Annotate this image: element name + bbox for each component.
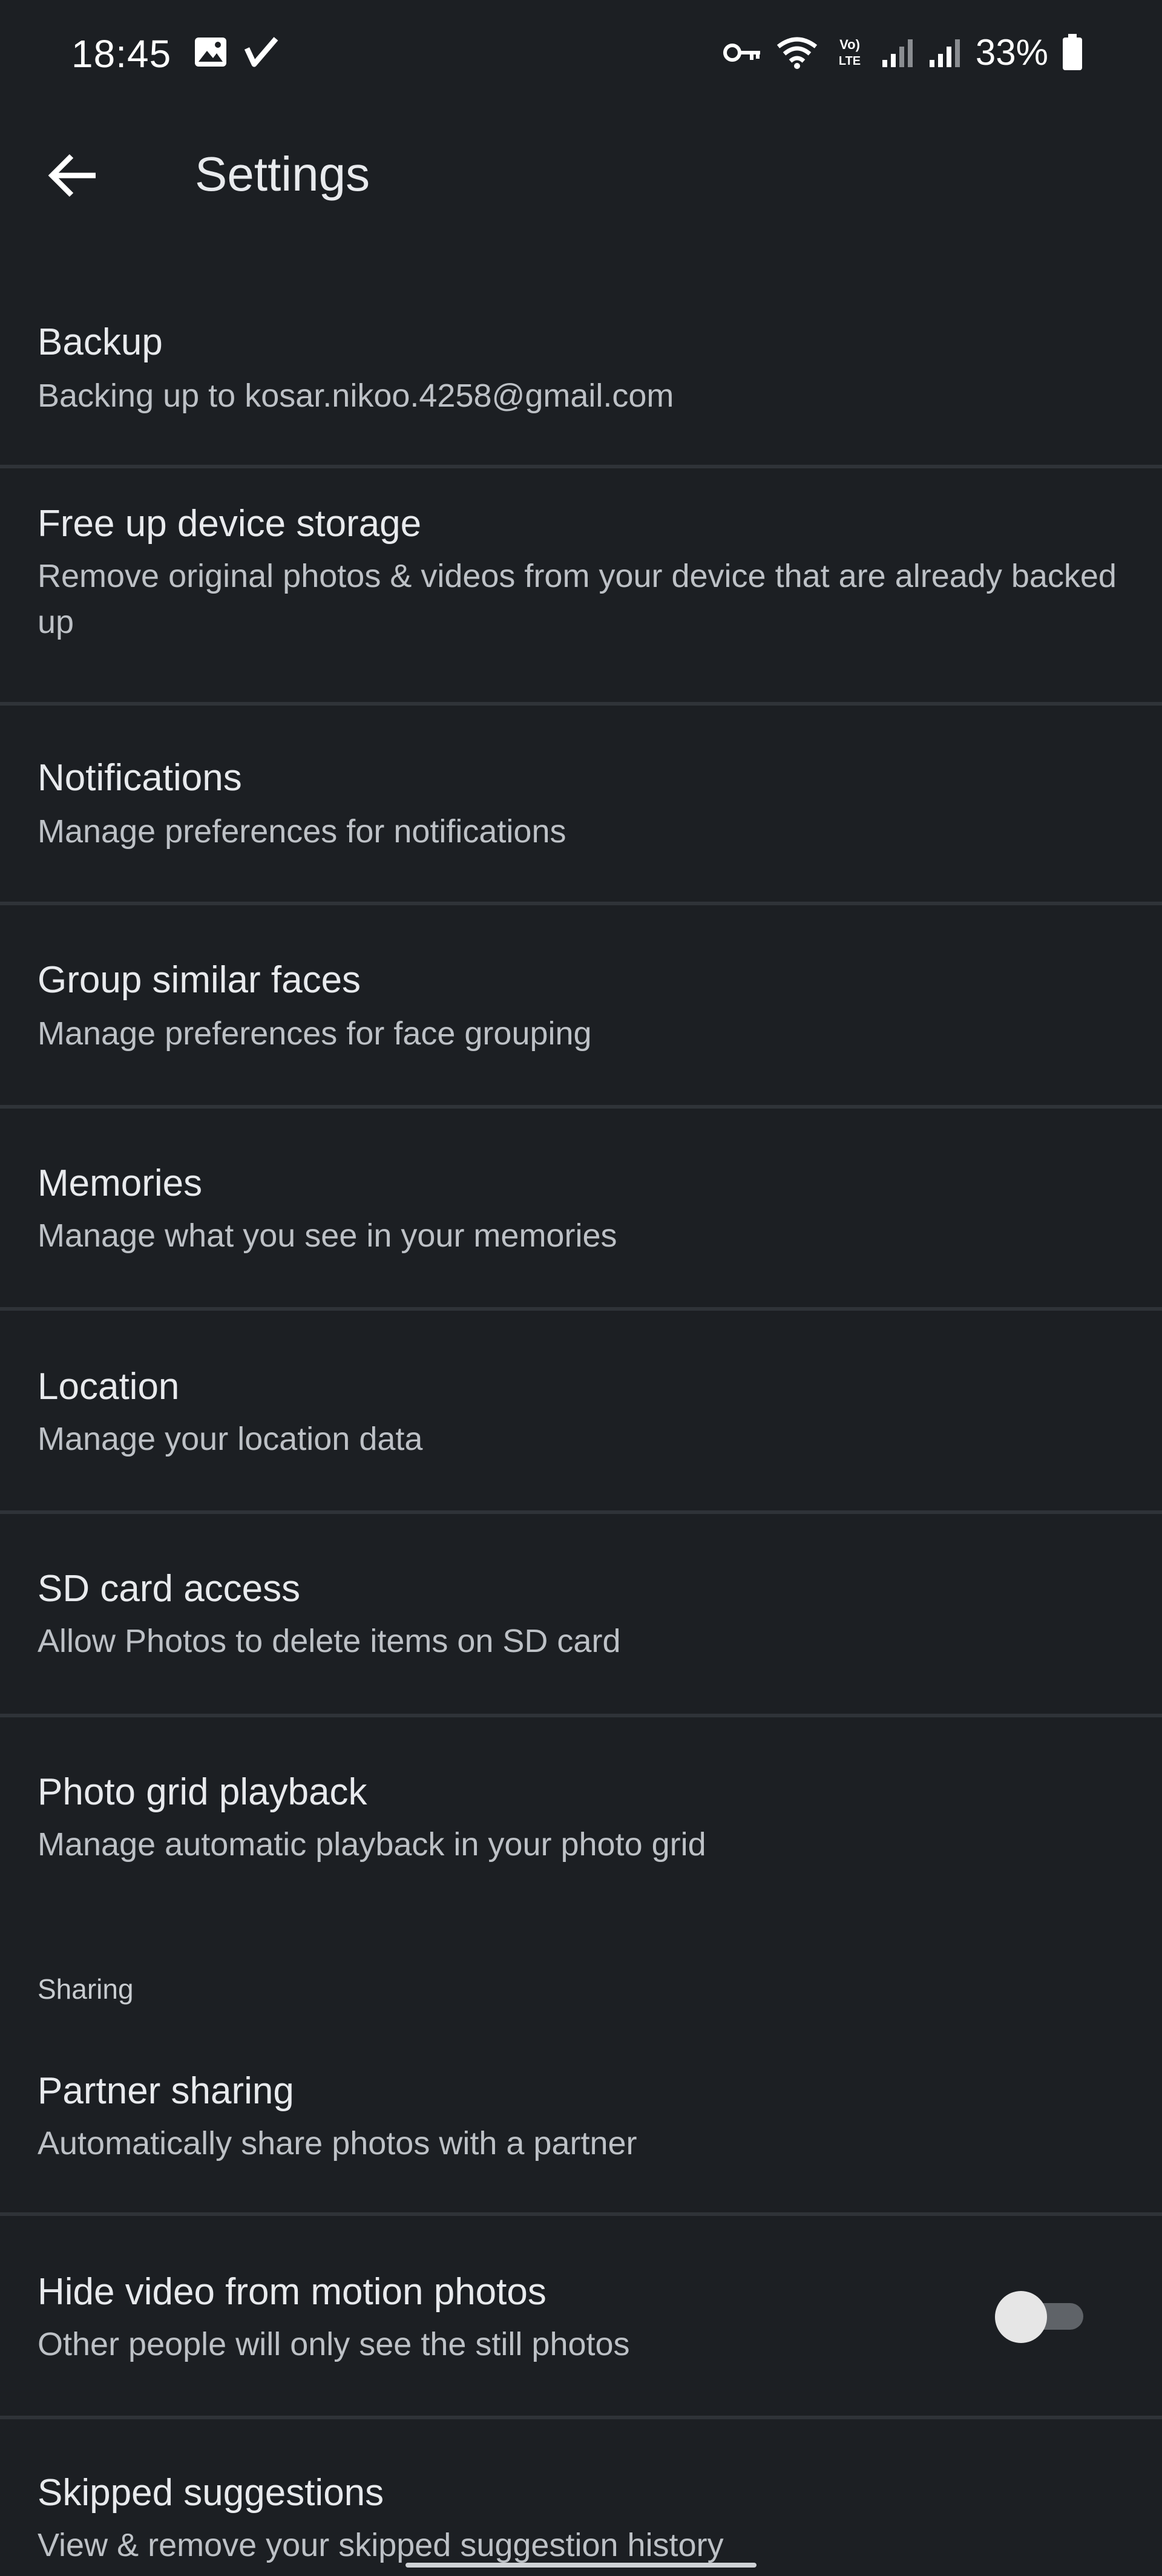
setting-subtitle: View & remove your skipped suggestion hi… xyxy=(38,2527,724,2563)
image-icon xyxy=(192,35,229,69)
setting-subtitle: Manage automatic playback in your photo … xyxy=(38,1826,706,1863)
setting-skipped-suggestions[interactable]: Skipped suggestions View & remove your s… xyxy=(0,2419,1162,2576)
setting-subtitle: Automatically share photos with a partne… xyxy=(38,2125,637,2161)
battery-icon xyxy=(1062,33,1083,71)
setting-photo-grid-playback[interactable]: Photo grid playback Manage automatic pla… xyxy=(0,1717,1162,1893)
back-button[interactable] xyxy=(42,145,103,206)
setting-backup[interactable]: Backup Backing up to kosar.nikoo.4258@gm… xyxy=(0,266,1162,460)
app-bar: Settings xyxy=(0,121,1162,230)
signal-icon xyxy=(881,37,915,68)
setting-memories[interactable]: Memories Manage what you see in your mem… xyxy=(0,1109,1162,1307)
setting-title: Skipped suggestions xyxy=(38,2472,384,2514)
setting-group-similar-faces[interactable]: Group similar faces Manage preferences f… xyxy=(0,905,1162,1105)
setting-title: Notifications xyxy=(38,757,242,799)
status-time: 18:45 xyxy=(71,32,172,76)
setting-hide-video-motion-photos[interactable]: Hide video from motion photos Other peop… xyxy=(0,2216,1162,2416)
setting-free-up-storage[interactable]: Free up device storage Remove original p… xyxy=(0,468,1162,704)
setting-partner-sharing[interactable]: Partner sharing Automatically share phot… xyxy=(0,2051,1162,2227)
status-bar: 18:45 Vo) LTE 33% xyxy=(0,0,1162,115)
arrow-back-icon xyxy=(47,152,98,198)
signal-icon xyxy=(928,37,962,68)
setting-title: Location xyxy=(38,1366,180,1408)
setting-title: Photo grid playback xyxy=(38,1771,367,1813)
setting-title: Free up device storage xyxy=(38,503,422,545)
status-left-icons xyxy=(192,35,280,69)
toggle-thumb xyxy=(995,2291,1047,2343)
gesture-bar[interactable] xyxy=(405,2563,757,2568)
battery-percent: 33% xyxy=(975,32,1048,73)
setting-location[interactable]: Location Manage your location data xyxy=(0,1311,1162,1510)
svg-text:LTE: LTE xyxy=(839,54,861,68)
setting-subtitle: Remove original photos & videos from you… xyxy=(38,558,1117,640)
volte-lte-icon: Vo) LTE xyxy=(832,34,868,71)
section-header-sharing: Sharing xyxy=(38,1973,134,2005)
setting-title: Partner sharing xyxy=(38,2070,294,2112)
status-right-icons: Vo) LTE 33% xyxy=(723,31,1083,73)
key-icon xyxy=(723,41,763,65)
setting-subtitle: Other people will only see the still pho… xyxy=(38,2326,630,2362)
setting-subtitle: Manage your location data xyxy=(38,1421,423,1457)
setting-subtitle: Manage preferences for face grouping xyxy=(38,1015,592,1052)
svg-text:Vo): Vo) xyxy=(839,37,860,52)
setting-subtitle: Backing up to kosar.nikoo.4258@gmail.com xyxy=(38,378,674,414)
setting-subtitle: Manage what you see in your memories xyxy=(38,1218,617,1254)
setting-subtitle: Manage preferences for notifications xyxy=(38,813,566,850)
setting-title: Hide video from motion photos xyxy=(38,2271,547,2313)
setting-title: Memories xyxy=(38,1162,203,1204)
setting-title: Backup xyxy=(38,321,163,363)
hide-video-toggle[interactable] xyxy=(995,2291,1086,2343)
check-mark-icon xyxy=(243,35,280,69)
setting-subtitle: Allow Photos to delete items on SD card xyxy=(38,1623,621,1659)
setting-title: SD card access xyxy=(38,1568,301,1610)
settings-screen: 18:45 Vo) LTE 33% Settings Backup Backin… xyxy=(0,0,1162,2576)
setting-sd-card-access[interactable]: SD card access Allow Photos to delete it… xyxy=(0,1514,1162,1714)
wifi-icon xyxy=(776,36,818,70)
setting-title: Group similar faces xyxy=(38,959,361,1001)
page-title: Settings xyxy=(195,147,370,201)
setting-notifications[interactable]: Notifications Manage preferences for not… xyxy=(0,706,1162,902)
